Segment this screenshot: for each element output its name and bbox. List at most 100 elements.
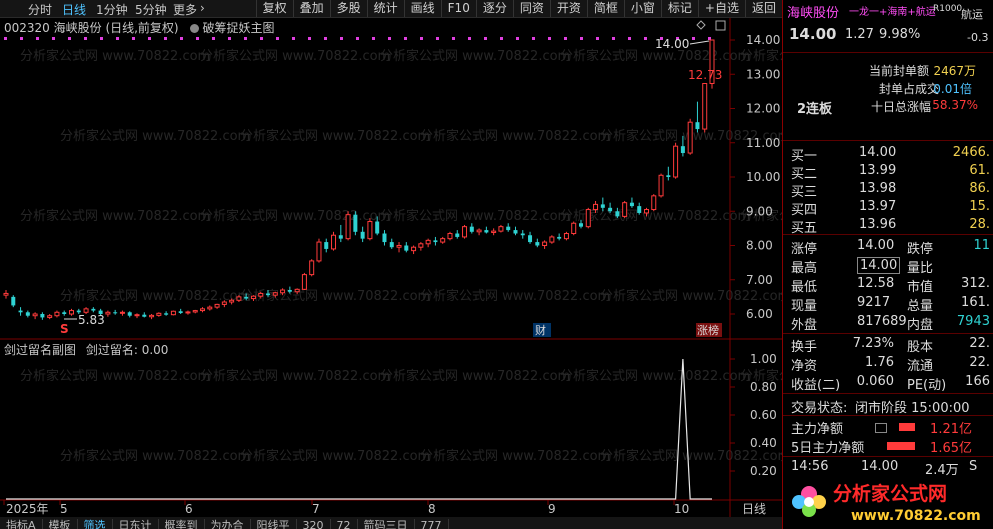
signal-dot xyxy=(548,37,551,40)
signal-dot xyxy=(596,37,599,40)
candle-body xyxy=(425,239,431,245)
y-tick-label: 8.00 xyxy=(746,239,773,253)
watermark-text: 分析家公式网 www.70822.com xyxy=(20,48,210,64)
signal-dot xyxy=(388,37,391,40)
candle-body xyxy=(156,312,162,316)
candle-body xyxy=(578,223,583,227)
candle-body xyxy=(170,310,176,316)
watermark-text: 分析家公式网 www.70822.com xyxy=(560,368,750,384)
x-tick-label: 5 xyxy=(60,502,68,516)
fund-label: 收益(二) xyxy=(791,378,841,393)
y-tick-label: 14.00 xyxy=(746,33,780,47)
concept-tags[interactable]: 一龙一+海南+航运 xyxy=(849,3,936,18)
tab-custom-3[interactable]: 为办合 xyxy=(204,519,251,529)
bid-row[interactable]: 买二 13.99 61. xyxy=(783,163,993,183)
bid-row[interactable]: 买一 14.00 2466. xyxy=(783,145,993,165)
candle-body xyxy=(615,211,620,217)
max-price-arrow xyxy=(689,40,710,45)
candle-body xyxy=(250,295,256,300)
watermark-text: 分析家公式网 www.70822.com xyxy=(200,208,390,224)
bid-label: 买三 xyxy=(791,185,818,200)
tab-custom-4[interactable]: 阳线平 xyxy=(250,519,297,529)
candle-body xyxy=(192,310,198,313)
signal-dot xyxy=(324,37,327,40)
candle-body xyxy=(382,233,387,243)
watermark-text: 分析家公式网 www.70822.com xyxy=(600,288,782,304)
watermark-text: 分析家公式网 www.70822.com xyxy=(20,208,210,224)
stat-label: 外盘 xyxy=(791,318,818,333)
last-price-label: 12.73 xyxy=(688,68,722,82)
sub-y-tick-label: 0.20 xyxy=(750,464,777,478)
signal-dot xyxy=(532,37,535,40)
period-corner-label: 日线 xyxy=(742,502,766,516)
stat-value: 161. xyxy=(961,295,990,310)
bid-row[interactable]: 买三 13.98 86. xyxy=(783,181,993,201)
price-change-pct: 9.98% xyxy=(879,27,921,42)
signal-dot xyxy=(132,37,135,40)
peer-change: -0.3 xyxy=(967,31,989,44)
trade-status-value: 闭市阶段 15:00:00 xyxy=(855,401,970,416)
candle-body xyxy=(164,313,169,315)
signal-dot xyxy=(4,37,7,40)
stat-value: 7943 xyxy=(956,314,990,329)
tab-custom-6[interactable]: 72 xyxy=(330,519,358,529)
fund-value: 0.060 xyxy=(856,374,894,389)
tab-custom-7[interactable]: 箭码三日 xyxy=(357,519,415,529)
stat-value: 11 xyxy=(973,238,990,253)
tab-custom-8[interactable]: 777 xyxy=(414,519,449,529)
tab-custom-1[interactable]: 日东计 xyxy=(112,519,159,529)
fund-label: 净资 xyxy=(791,359,818,374)
fund-value: 1.76 xyxy=(865,355,894,370)
signal-dot xyxy=(612,37,615,40)
stat-label: 内盘 xyxy=(907,318,934,333)
tab-filter[interactable]: 筛选 xyxy=(77,519,113,529)
peer-name[interactable]: 航运 xyxy=(961,6,983,22)
candle-body xyxy=(119,311,125,314)
main-indicator-name[interactable]: 破筹捉妖主图 xyxy=(202,21,274,35)
bid-row[interactable]: 买四 13.97 15. xyxy=(783,199,993,219)
fund-label: 换手 xyxy=(791,340,818,355)
stat-row: 外盘 817689 内盘 7943 xyxy=(783,314,993,334)
tab-custom-2[interactable]: 概率到 xyxy=(158,519,205,529)
y-tick-label: 12.00 xyxy=(746,102,780,116)
settings-icon[interactable] xyxy=(190,24,200,33)
stat-label: 市值 xyxy=(907,280,934,295)
candle-body xyxy=(585,209,591,228)
sub-indicator-name[interactable]: 剑过留名副图 xyxy=(4,343,76,357)
tab-indicator[interactable]: 指标A xyxy=(0,519,43,529)
candle-body xyxy=(127,312,132,316)
candle-body xyxy=(491,230,497,233)
ten-day-value: 58.37% xyxy=(932,98,978,112)
table-icon[interactable] xyxy=(875,423,887,433)
tab-template[interactable]: 模板 xyxy=(42,519,78,529)
main-net-label[interactable]: 主力净额 xyxy=(791,418,843,437)
price-change: 1.27 xyxy=(845,27,874,42)
signal-dot xyxy=(580,37,583,40)
candle-body xyxy=(149,314,155,318)
watermark-text: 分析家公式网 www.70822.com xyxy=(420,448,610,464)
stat-value: 14.00 xyxy=(857,238,895,253)
candle-body xyxy=(134,314,140,317)
tab-custom-5[interactable]: 320 xyxy=(296,519,331,529)
limit-amount-value: 2467万 xyxy=(933,64,976,78)
last-price: 14.00 xyxy=(789,25,837,43)
fund-row: 净资 1.76 流通 22. xyxy=(783,355,993,375)
candle-body xyxy=(549,236,555,243)
candle-body xyxy=(113,312,118,314)
candle-body xyxy=(360,231,365,239)
watermark-text: 分析家公式网 www.70822.com xyxy=(380,48,570,64)
signal-dot xyxy=(468,37,471,40)
stat-label: 总量 xyxy=(907,299,934,314)
x-tick-label: 2025年 xyxy=(6,502,49,516)
signal-dot xyxy=(196,37,199,40)
stock-name[interactable]: 海峡股份 xyxy=(787,2,839,21)
bid-label: 买一 xyxy=(791,149,818,164)
stat-value: 817689 xyxy=(857,314,907,329)
signal-dot xyxy=(516,37,519,40)
bid-price: 13.96 xyxy=(859,217,897,232)
main-net-bar xyxy=(899,423,915,431)
kline-chart[interactable]: 分析家公式网 www.70822.com分析家公式网 www.70822.com… xyxy=(0,0,782,517)
x-tick-label: 10 xyxy=(674,502,689,516)
candle-body xyxy=(411,246,417,252)
fund-value: 22. xyxy=(969,355,990,370)
